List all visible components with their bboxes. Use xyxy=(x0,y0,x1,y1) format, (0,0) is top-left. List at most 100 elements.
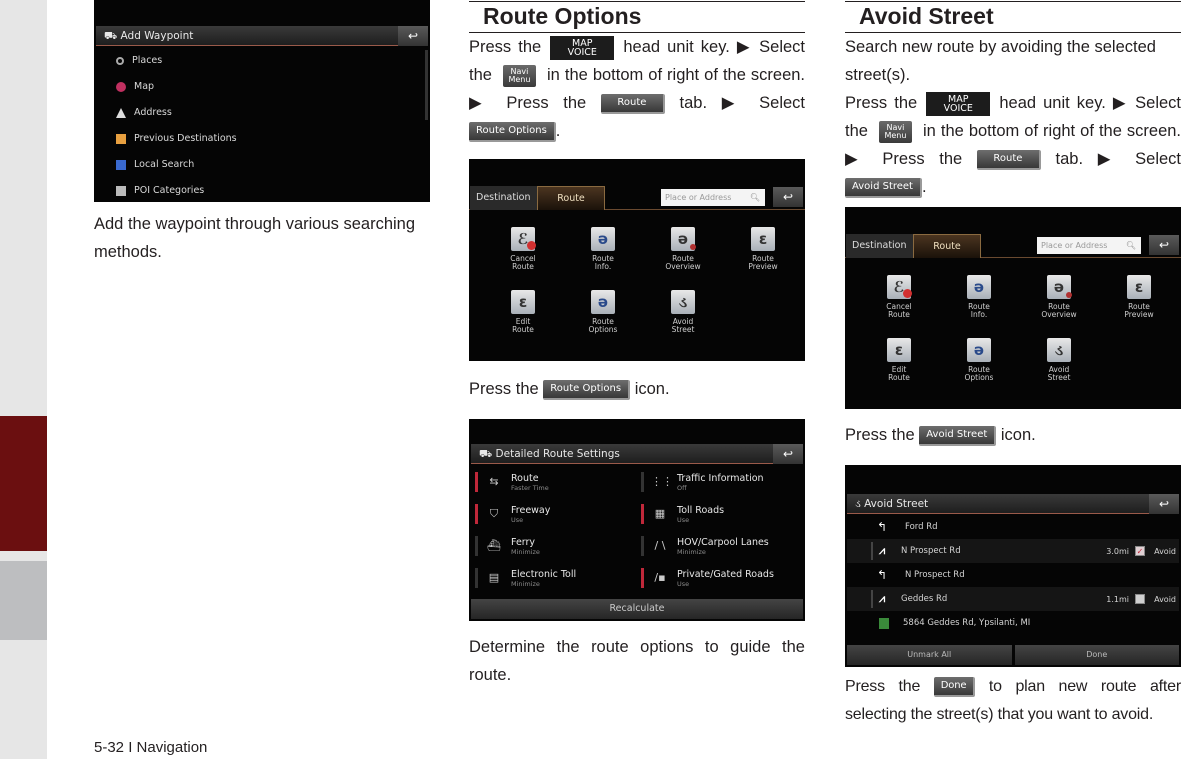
cancel-route-icon: ℰ xyxy=(511,227,536,251)
recalculate-button[interactable]: Recalculate xyxy=(471,599,803,619)
avoid-street-actions: Unmark All Done xyxy=(847,645,1179,665)
waypoint-caption: Add the waypoint through various searchi… xyxy=(94,215,416,261)
tab-route[interactable]: Route xyxy=(913,234,981,258)
route-options-key: Route Options xyxy=(543,379,631,400)
route-info-button[interactable]: ə Route Info. xyxy=(949,275,1009,319)
setting-private-gated-roads[interactable]: /▪ Private/Gated Roads Use xyxy=(637,562,803,594)
route-options-button[interactable]: ə Route Options xyxy=(949,338,1009,382)
done-button[interactable]: Done xyxy=(1014,645,1179,665)
route-menu-screenshot: Destination Route Place or Address 🔍︎ ↩ ℰ… xyxy=(845,207,1181,409)
route-preview-button[interactable]: ε Route Preview xyxy=(1109,275,1169,319)
tab-destination[interactable]: Destination xyxy=(470,186,537,210)
route-preview-button[interactable]: ε Route Preview xyxy=(733,227,793,271)
list-item[interactable]: ↰ N Prospect Rd xyxy=(847,563,1179,587)
route-preview-icon: ε xyxy=(1127,275,1151,299)
screen-header: ⛟ Add Waypoint xyxy=(96,26,428,46)
setting-route[interactable]: ⇆ Route Faster Time xyxy=(471,466,637,498)
avoid-street-key: Avoid Street xyxy=(845,177,922,198)
edit-route-button[interactable]: ε Edit Route xyxy=(869,338,929,382)
search-input[interactable]: Place or Address 🔍︎ xyxy=(1037,237,1141,254)
avoid-street-button[interactable]: ડ Avoid Street xyxy=(653,290,713,334)
route-options-button[interactable]: ə Route Options xyxy=(573,290,633,334)
section-title: Avoid Street xyxy=(845,1,1181,33)
tab-bar: Destination Route Place or Address 🔍︎ ↩ xyxy=(469,186,805,210)
avoid-street-list: ↰ Ford Rd ⩘ N Prospect Rd 3.0mi ✓ Avoid ↰ N Pr… xyxy=(847,515,1179,635)
setting-ferry[interactable]: ⛴ Ferry Minimize xyxy=(471,530,637,562)
setting-electronic-toll[interactable]: ▤ Electronic Toll Minimize xyxy=(471,562,637,594)
scrollbar[interactable] xyxy=(425,50,428,120)
avoid-checkbox-checked[interactable]: ✓ xyxy=(1135,546,1145,556)
setting-freeway[interactable]: ⛉ Freeway Use xyxy=(471,498,637,530)
side-strip xyxy=(0,0,47,759)
back-button[interactable]: ↩ xyxy=(1149,494,1179,514)
waypoint-icon: ⛟ xyxy=(104,30,121,42)
back-button[interactable]: ↩ xyxy=(773,444,803,464)
column-avoid-street: Avoid Street Search new route by avoidin… xyxy=(845,0,1181,729)
instruction-paragraph: Press the MAP VOICE head unit key. ▶ Sele… xyxy=(469,35,806,142)
menu-item-map[interactable]: Map xyxy=(116,74,237,100)
avoid-street-key: Avoid Street xyxy=(919,425,997,446)
back-button[interactable]: ↩ xyxy=(398,26,428,46)
cancel-route-button[interactable]: ℰ Cancel Route xyxy=(869,275,929,319)
back-button[interactable]: ↩ xyxy=(1149,235,1179,255)
destination-flag-icon xyxy=(879,617,889,629)
highway-icon: ⩘ xyxy=(879,544,886,557)
back-arrow-icon: ↩ xyxy=(1158,238,1170,252)
page-footer: 5-32 I Navigation xyxy=(94,739,208,756)
avoid-checkbox[interactable] xyxy=(1135,594,1145,604)
unmark-all-button[interactable]: Unmark All xyxy=(847,645,1012,665)
setting-toll-roads[interactable]: ▦ Toll Roads Use xyxy=(637,498,803,530)
map-voice-key: MAP VOICE xyxy=(926,91,991,116)
route-tab-key: Route xyxy=(976,149,1041,170)
menu-item-previous-destinations[interactable]: Previous Destinations xyxy=(116,126,237,152)
route-info-icon: ə xyxy=(967,275,991,299)
add-waypoint-screenshot: ⛟ Add Waypoint ↩ Places Map Address Prev… xyxy=(94,0,430,202)
route-options-key: Route Options xyxy=(469,121,556,142)
list-item[interactable]: ⩘ Geddes Rd 1.1mi Avoid xyxy=(847,587,1179,611)
setting-traffic-information[interactable]: ⋮⋮ Traffic Information Off xyxy=(637,466,803,498)
list-item[interactable]: ⩘ N Prospect Rd 3.0mi ✓ Avoid xyxy=(847,539,1179,563)
edit-route-button[interactable]: ε Edit Route xyxy=(493,290,553,334)
back-arrow-icon: ↩ xyxy=(1158,497,1170,511)
avoid-street-icon: ડ xyxy=(1047,338,1071,362)
menu-item-places[interactable]: Places xyxy=(116,48,237,74)
back-arrow-icon: ↩ xyxy=(782,190,794,204)
press-icon-instruction: Press the Avoid Street icon. xyxy=(845,425,1036,446)
route-tab-key: Route xyxy=(600,93,665,114)
search-icon: 🔍︎ xyxy=(749,193,760,202)
back-arrow-icon: ↩ xyxy=(407,29,419,43)
gated-road-icon: /▪ xyxy=(654,571,666,584)
search-icon: 🔍︎ xyxy=(1125,241,1136,250)
route-options-caption: Determine the route options to guide the… xyxy=(469,638,805,684)
settings-icon: ⛟ xyxy=(479,448,496,460)
instruction-paragraph: Press the MAP VOICE head unit key. ▶ Sele… xyxy=(845,91,1181,198)
list-item[interactable]: ↰ Ford Rd xyxy=(847,515,1179,539)
route-info-button[interactable]: ə Route Info. xyxy=(573,227,633,271)
menu-item-local-search[interactable]: Local Search xyxy=(116,152,237,178)
setting-hov-carpool-lanes[interactable]: / \ HOV/Carpool Lanes Minimize xyxy=(637,530,803,562)
toll-booth-icon: ▦ xyxy=(654,507,666,520)
menu-item-poi-categories[interactable]: POI Categories xyxy=(116,178,237,202)
tab-route[interactable]: Route xyxy=(537,186,605,210)
list-item[interactable]: 5864 Geddes Rd, Ypsilanti, MI xyxy=(847,611,1179,635)
local-search-icon xyxy=(116,160,126,170)
route-info-icon: ə xyxy=(591,227,615,251)
route-overview-button[interactable]: ə Route Overview xyxy=(1029,275,1089,319)
route-overview-icon: ə xyxy=(1047,275,1072,299)
press-icon-instruction: Press the Route Options icon. xyxy=(469,379,670,400)
tab-destination[interactable]: Destination xyxy=(846,234,913,258)
cancel-route-icon: ℰ xyxy=(887,275,912,299)
highway-icon: ⩘ xyxy=(879,592,886,605)
avoid-street-description: Search new route by avoiding the selecte… xyxy=(845,38,1156,84)
avoid-street-button[interactable]: ડ Avoid Street xyxy=(1029,338,1089,382)
cancel-route-button[interactable]: ℰ Cancel Route xyxy=(493,227,553,271)
back-arrow-icon: ↩ xyxy=(782,447,794,461)
hov-lane-icon: / \ xyxy=(654,539,666,552)
electronic-toll-icon: ▤ xyxy=(488,571,500,584)
search-input[interactable]: Place or Address 🔍︎ xyxy=(661,189,765,206)
route-overview-button[interactable]: ə Route Overview xyxy=(653,227,713,271)
route-overview-icon: ə xyxy=(671,227,696,251)
menu-item-address[interactable]: Address xyxy=(116,100,237,126)
freeway-shield-icon: ⛉ xyxy=(489,507,499,520)
back-button[interactable]: ↩ xyxy=(773,187,803,207)
